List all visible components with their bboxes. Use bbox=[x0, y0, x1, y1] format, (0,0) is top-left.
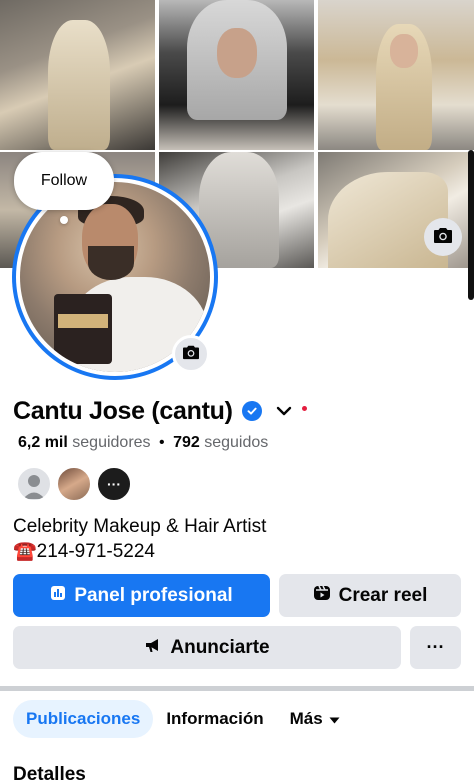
advertise-label: Anunciarte bbox=[170, 636, 270, 658]
scroll-edge bbox=[468, 150, 474, 300]
edit-cover-button[interactable] bbox=[424, 218, 462, 256]
follower-stats[interactable]: 6,2 mil seguidores • 792 seguidos bbox=[18, 434, 268, 452]
cover-photo-1[interactable] bbox=[0, 0, 155, 150]
friend-avatars[interactable]: ··· bbox=[16, 466, 132, 502]
profile-name: Cantu Jose (cantu) bbox=[13, 396, 233, 425]
profile-name-row: Cantu Jose (cantu) bbox=[13, 396, 307, 426]
tab-label: Información bbox=[166, 709, 264, 728]
follow-note-label: Follow bbox=[40, 172, 88, 189]
tab-informacion[interactable]: Información bbox=[153, 700, 276, 738]
note-bubble-tail bbox=[60, 216, 68, 224]
more-options-icon: ··· bbox=[426, 637, 445, 657]
cover-photo-2[interactable] bbox=[159, 0, 314, 150]
tab-mas[interactable]: Más bbox=[277, 700, 353, 738]
more-icon: ··· bbox=[107, 476, 121, 492]
caret-down-icon bbox=[329, 709, 340, 729]
tab-publicaciones[interactable]: Publicaciones bbox=[13, 700, 154, 738]
profile-bio: Celebrity Makeup & Hair Artist ☎️214-971… bbox=[13, 514, 266, 564]
professional-dashboard-label: Panel profesional bbox=[74, 584, 233, 606]
details-section-title: Detalles bbox=[13, 764, 86, 782]
friend-avatar-default[interactable] bbox=[16, 466, 52, 502]
megaphone-icon bbox=[144, 636, 162, 660]
cover-photo-3[interactable] bbox=[318, 0, 474, 150]
follow-note-bubble[interactable]: Follow bbox=[14, 152, 114, 210]
tab-label: Publicaciones bbox=[26, 709, 141, 728]
edit-profile-picture-button[interactable] bbox=[172, 335, 210, 373]
profile-tabs: Publicaciones Información Más bbox=[13, 700, 353, 738]
advertise-button[interactable]: Anunciarte bbox=[13, 626, 401, 669]
following-label[interactable]: seguidos bbox=[204, 434, 268, 451]
notification-dot bbox=[301, 405, 307, 411]
more-options-button[interactable]: ··· bbox=[410, 626, 461, 669]
verified-badge-icon[interactable] bbox=[241, 401, 262, 421]
followers-count[interactable]: 6,2 mil bbox=[18, 434, 68, 451]
friend-avatar-photo[interactable] bbox=[56, 466, 92, 502]
more-friends-button[interactable]: ··· bbox=[96, 466, 132, 502]
bio-line-1: Celebrity Makeup & Hair Artist bbox=[13, 516, 267, 537]
bio-phone[interactable]: ☎️214-971-5224 bbox=[13, 539, 266, 564]
tab-label: Más bbox=[289, 709, 323, 728]
reel-icon bbox=[313, 584, 331, 608]
camera-icon bbox=[433, 226, 453, 249]
section-divider bbox=[0, 686, 474, 691]
dashboard-chart-icon bbox=[50, 585, 66, 607]
chevron-down-icon[interactable] bbox=[276, 406, 292, 416]
camera-icon bbox=[182, 344, 200, 365]
create-reel-label: Crear reel bbox=[338, 584, 428, 606]
stats-separator: • bbox=[159, 434, 165, 451]
create-reel-button[interactable]: Crear reel bbox=[279, 574, 461, 617]
following-count[interactable]: 792 bbox=[173, 434, 200, 451]
professional-dashboard-button[interactable]: Panel profesional bbox=[13, 574, 270, 617]
followers-label[interactable]: seguidores bbox=[72, 434, 150, 451]
